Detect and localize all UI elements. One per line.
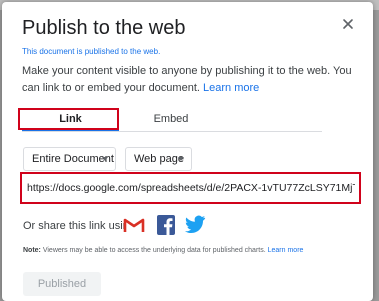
- note-learn-more-link[interactable]: Learn more: [268, 247, 304, 254]
- charts-note: Note: Viewers may be able to access the …: [23, 247, 303, 254]
- published-notice: This document is published to the web.: [22, 47, 161, 56]
- dialog-description: Make your content visible to anyone by p…: [22, 63, 362, 97]
- note-label: Note:: [23, 247, 41, 254]
- chevron-down-icon: [102, 157, 108, 161]
- note-text: Viewers may be able to access the underl…: [40, 247, 268, 254]
- gmail-icon[interactable]: [123, 216, 145, 234]
- tab-embed[interactable]: Embed: [122, 109, 220, 130]
- facebook-icon[interactable]: [157, 215, 175, 235]
- chevron-down-icon: [178, 157, 184, 161]
- publish-dialog: Publish to the web This document is publ…: [2, 2, 373, 301]
- learn-more-link[interactable]: Learn more: [203, 82, 259, 94]
- published-button[interactable]: Published: [23, 272, 101, 296]
- format-dropdown[interactable]: Web page: [125, 147, 192, 171]
- published-url-field[interactable]: [27, 178, 355, 198]
- format-value: Web page: [134, 153, 184, 165]
- tab-link[interactable]: Link: [22, 109, 119, 130]
- close-icon[interactable]: [340, 16, 356, 32]
- document-scope-dropdown[interactable]: Entire Document: [23, 147, 116, 171]
- dialog-title: Publish to the web: [22, 17, 186, 39]
- twitter-icon[interactable]: [184, 215, 206, 234]
- description-text: Make your content visible to anyone by p…: [22, 65, 352, 94]
- tabs-divider: [22, 131, 322, 132]
- share-label: Or share this link using:: [23, 220, 138, 232]
